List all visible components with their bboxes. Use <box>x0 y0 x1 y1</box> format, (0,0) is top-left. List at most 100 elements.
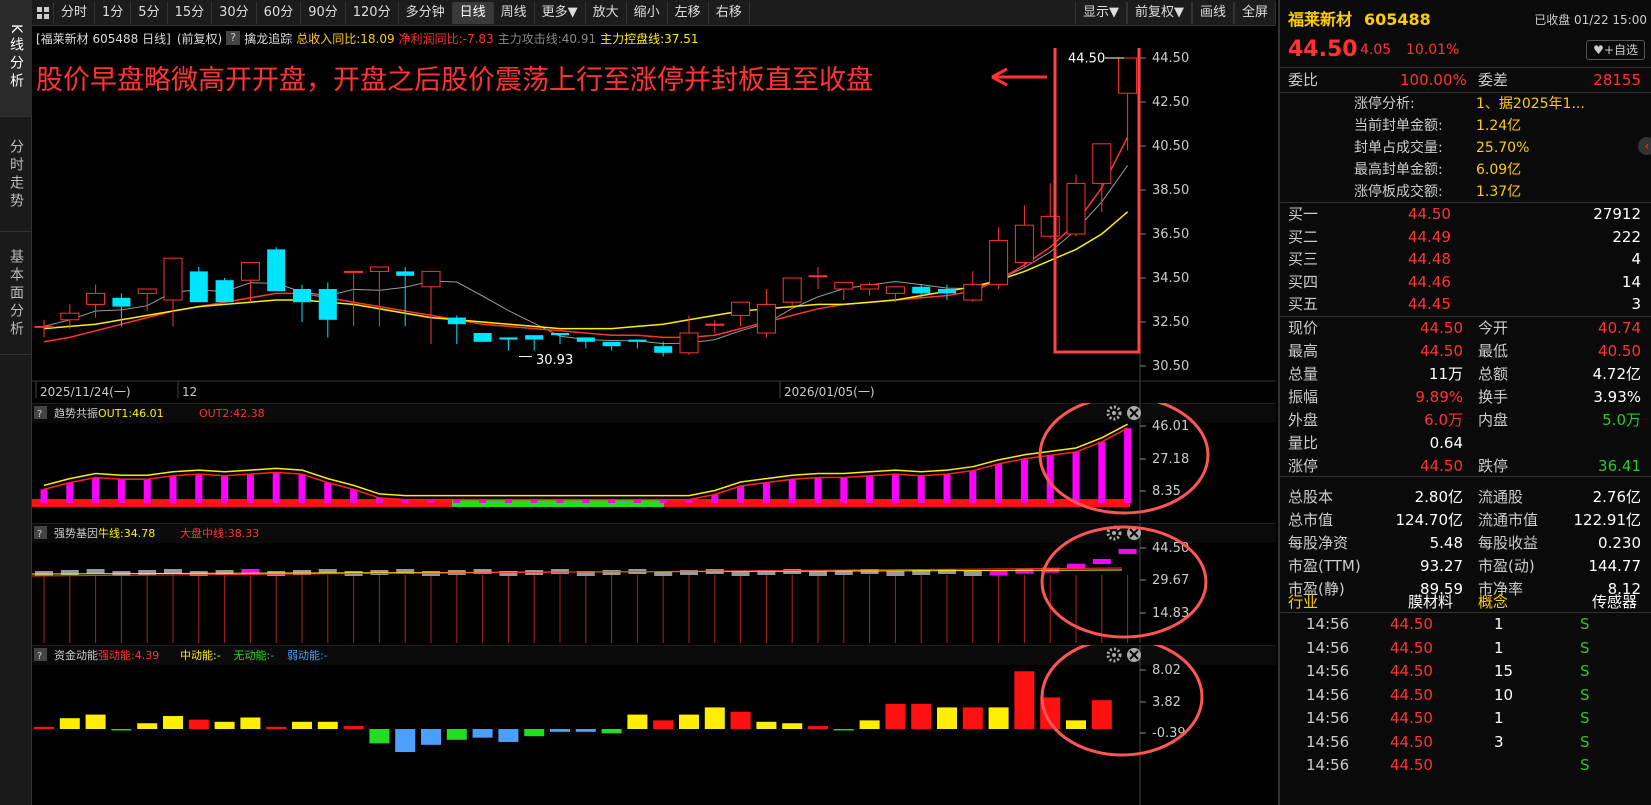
candle-body[interactable] <box>215 280 234 303</box>
toolbar-btn-6[interactable]: 60分 <box>257 1 302 24</box>
limit-value: 6.09亿 <box>1476 162 1522 178</box>
candle-body[interactable] <box>602 341 621 347</box>
panel2-block <box>1092 559 1111 565</box>
left-tab-2[interactable]: 分时走势 <box>0 118 32 232</box>
candle-body[interactable] <box>885 286 905 294</box>
fund-momentum-panel[interactable]: ? 资金动能 强动能:4.39 中动能:- 无动能:- 弱动能:- 8.02 3.82 -0.3… <box>32 645 1276 805</box>
grid-icon[interactable] <box>32 1 54 24</box>
candle-body[interactable] <box>756 303 776 334</box>
left-tab-3[interactable]: 基本面分析 <box>0 233 32 355</box>
toolbar-btn-5[interactable]: 30分 <box>212 1 257 24</box>
candle-body[interactable] <box>525 335 544 340</box>
candle-body[interactable] <box>1066 182 1086 235</box>
toolbar-right-btn-1[interactable]: 显示▼ <box>1074 2 1127 24</box>
candle-body[interactable] <box>86 292 106 305</box>
toolbar-btn-14[interactable]: 缩小 <box>627 1 668 24</box>
toolbar-btn-12[interactable]: 更多▼ <box>535 1 586 24</box>
candle-body[interactable] <box>782 277 802 303</box>
toolbar-btn-15[interactable]: 左移 <box>668 1 709 24</box>
toolbar-right-btn-4[interactable]: 全屏 <box>1233 2 1276 24</box>
add-favorite-button[interactable]: ♥+自选 <box>1586 40 1645 60</box>
candle-body[interactable] <box>499 337 518 340</box>
toolbar-btn-9[interactable]: 多分钟 <box>399 1 453 24</box>
candle-body[interactable] <box>860 284 880 290</box>
candle-body[interactable] <box>679 332 699 354</box>
candle-body[interactable] <box>1014 224 1034 264</box>
toolbar-btn-7[interactable]: 90分 <box>301 1 346 24</box>
candle-body[interactable] <box>318 289 337 320</box>
candle-body[interactable] <box>628 339 647 342</box>
toolbar-btn-4[interactable]: 15分 <box>168 1 213 24</box>
candle-body[interactable] <box>731 301 751 316</box>
candle-body[interactable] <box>705 323 725 326</box>
candle-body[interactable] <box>369 266 389 272</box>
candle-body[interactable] <box>551 333 569 336</box>
panel1-bar <box>969 470 977 503</box>
indicator-name[interactable]: 擒龙追踪 <box>244 30 292 47</box>
trend-resonance-panel[interactable]: ? 趋势共振 OUT1:46.01 OUT2:42.38 46.01 27.18 8.35 <box>32 403 1276 521</box>
candle-body[interactable] <box>60 312 80 321</box>
concept-label[interactable]: 概念 <box>1478 590 1508 614</box>
stat-row: 每股净资 5.48 每股收益 0.230 <box>1280 531 1651 555</box>
candle-body[interactable] <box>834 281 854 290</box>
price-row: 44.50 4.05 10.01% ♥+自选 <box>1280 38 1651 62</box>
stat-row: 总股本 2.80亿 流通股 2.76亿 <box>1280 485 1651 509</box>
candle-body[interactable] <box>240 262 260 281</box>
panel2-block <box>1015 568 1034 574</box>
axis-tick: 29.67 <box>1152 573 1189 588</box>
candle-body[interactable] <box>808 275 828 278</box>
stat-label-1: 总市值 <box>1288 511 1334 529</box>
stat-value-1: 0.64 <box>1429 434 1463 452</box>
industry-label[interactable]: 行业 <box>1288 590 1318 614</box>
candle-body[interactable] <box>34 325 54 328</box>
panel1-bar <box>1020 458 1028 503</box>
help-icon[interactable]: ? <box>226 31 241 45</box>
candle-body[interactable] <box>189 271 208 303</box>
toolbar-btn-13[interactable]: 放大 <box>586 1 627 24</box>
left-tab-1[interactable]: K线分析 <box>0 0 32 117</box>
toolbar-right-btn-3[interactable]: 画线 <box>1191 2 1234 24</box>
panel3-bar <box>833 729 854 731</box>
toolbar-btn-1[interactable]: 分时 <box>54 1 96 24</box>
candle-body[interactable] <box>344 270 364 273</box>
bid-volume: 27912 <box>1593 205 1641 223</box>
candle-body[interactable] <box>396 271 415 276</box>
toolbar-btn-8[interactable]: 120分 <box>346 1 399 24</box>
main-candle-chart[interactable]: 44.50 42.50 40.50 38.50 36.50 34.50 32.50 30.50… <box>32 48 1276 403</box>
trade-volume: 1 <box>1494 615 1504 633</box>
candle-body[interactable] <box>293 289 311 303</box>
candle-body[interactable] <box>267 249 286 292</box>
panel3-bar <box>575 729 596 732</box>
candle-body[interactable] <box>989 240 1009 286</box>
panel3-bar <box>911 703 932 729</box>
candle-body[interactable] <box>938 289 956 294</box>
toolbar-btn-11[interactable]: 周线 <box>494 1 535 24</box>
strong-gene-panel[interactable]: ? 强势基因 牛线:34.78 大盘中线:38.3344.5029.6714.83 <box>32 523 1276 643</box>
candle-body[interactable] <box>963 284 983 301</box>
panel3-bar <box>446 729 467 740</box>
collapse-arrow-icon[interactable]: ‹ <box>1638 137 1651 155</box>
candle-body[interactable] <box>654 346 673 353</box>
toolbar-btn-2[interactable]: 1分 <box>95 1 132 24</box>
toolbar-btn-3[interactable]: 5分 <box>131 1 168 24</box>
concept-value[interactable]: 传感器 <box>1592 590 1637 614</box>
candle-body[interactable] <box>137 288 157 294</box>
candle-body[interactable] <box>473 333 492 342</box>
candle-body[interactable] <box>421 270 441 288</box>
candle-body[interactable] <box>576 337 595 342</box>
stat-label-2: 每股收益 <box>1478 534 1539 552</box>
industry-value[interactable]: 膜材料 <box>1408 590 1453 614</box>
candle-body[interactable] <box>1092 143 1112 184</box>
panel1-bar <box>1124 428 1132 503</box>
trade-price: 44.50 <box>1390 615 1433 633</box>
candle-body[interactable] <box>112 297 131 307</box>
panel2-block <box>551 569 569 574</box>
toolbar-btn-10[interactable]: 日线 <box>452 1 494 24</box>
panel2-block <box>963 571 982 576</box>
candle-body[interactable] <box>912 286 931 294</box>
candle-body[interactable] <box>163 257 183 301</box>
toolbar-btn-16[interactable]: 右移 <box>709 1 750 24</box>
toolbar-right-btn-2[interactable]: 前复权▼ <box>1126 2 1192 24</box>
candle-body[interactable] <box>1118 57 1138 94</box>
candle-body[interactable] <box>447 317 466 325</box>
